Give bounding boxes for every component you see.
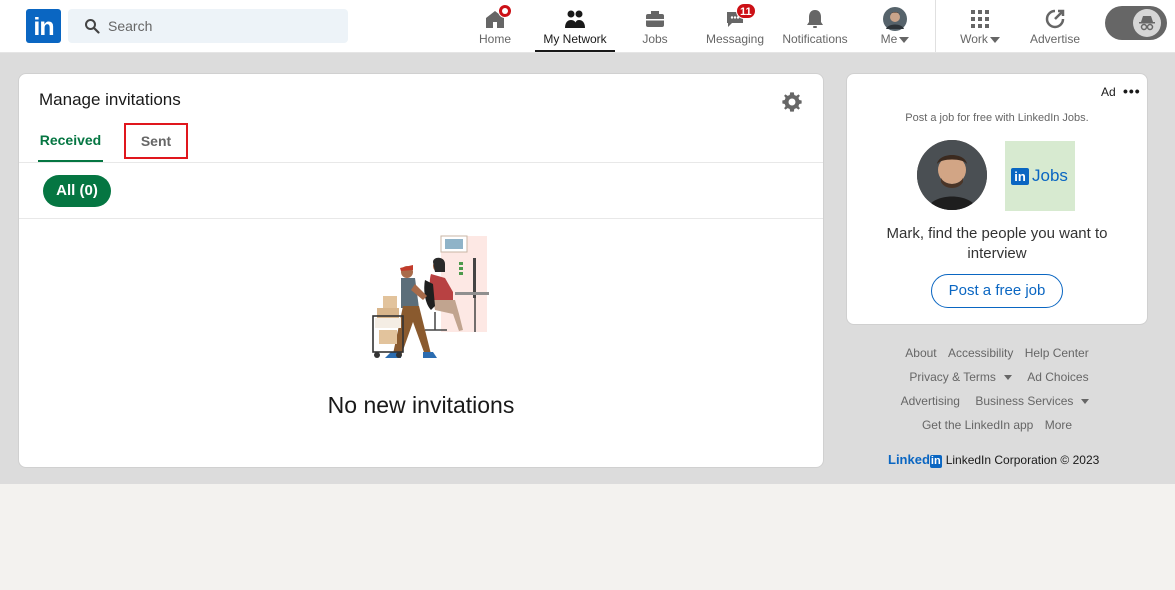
footer-link-ad-choices[interactable]: Ad Choices: [1027, 370, 1088, 384]
nav-advertise-label: Advertise: [1029, 32, 1081, 46]
top-nav-bar: in Home My Network Jobs: [0, 0, 1175, 53]
filter-all-pill[interactable]: All (0): [43, 175, 111, 207]
nav-work-text: Work: [960, 32, 988, 46]
nav-work[interactable]: Work: [955, 0, 1005, 52]
ad-message: Mark, find the people you want to interv…: [886, 225, 1108, 262]
footer-link-about[interactable]: About: [905, 346, 936, 360]
jobs-logo-in-mark: in: [1011, 168, 1029, 185]
nav-notifications-label: Notifications: [782, 32, 848, 46]
footer-link-help-center[interactable]: Help Center: [1025, 346, 1089, 360]
nav-notifications[interactable]: Notifications: [780, 0, 850, 52]
home-notification-dot: [498, 4, 512, 18]
nav-me[interactable]: Me: [872, 0, 918, 52]
tabs-divider: [19, 162, 823, 163]
nav-advertise[interactable]: Advertise: [1025, 0, 1085, 52]
footer-business-text: Business Services: [975, 394, 1074, 408]
bell-icon: [807, 10, 823, 28]
footer-link-business-services[interactable]: Business Services: [971, 394, 1093, 408]
ad-subtitle: Post a job for free with LinkedIn Jobs.: [905, 112, 1089, 124]
incognito-icon: [1139, 16, 1155, 31]
messaging-badge: 11: [736, 3, 756, 19]
footer-link-get-app[interactable]: Get the LinkedIn app: [922, 418, 1033, 432]
nav-messaging[interactable]: 11 Messaging: [703, 0, 767, 52]
footer-link-advertising[interactable]: Advertising: [901, 394, 960, 408]
footer-links: About Accessibility Help Center Privacy …: [846, 344, 1148, 440]
tab-received[interactable]: Received: [38, 122, 103, 162]
jobs-logo-text: Jobs: [1032, 166, 1068, 185]
user-photo-icon: [917, 140, 987, 210]
business-caret-icon: [1081, 399, 1090, 405]
footer-row-2: Privacy & Terms Ad Choices: [846, 368, 1148, 392]
ad-user-avatar: [917, 140, 987, 210]
linkedin-jobs-logo: in Jobs: [1005, 141, 1075, 211]
footer-brand-in: in: [929, 455, 942, 468]
work-dropdown-caret-icon: [989, 36, 1000, 43]
profile-avatar-icon: [883, 7, 907, 31]
incognito-knob: [1133, 9, 1161, 37]
nav-home-label: Home: [478, 32, 511, 46]
footer-brand-word: Linked: [888, 452, 930, 467]
page-title: Manage invitations: [39, 90, 181, 109]
footer-row-3: Advertising Business Services: [846, 392, 1148, 416]
me-dropdown-caret-icon: [899, 36, 910, 43]
footer-privacy-text: Privacy & Terms: [909, 370, 996, 384]
footer-row-4: Get the LinkedIn app More: [846, 416, 1148, 440]
gear-icon[interactable]: [781, 91, 803, 113]
empty-state-message: No new invitations: [327, 392, 515, 418]
search-box[interactable]: [68, 9, 348, 43]
ad-card: Ad ••• Post a job for free with LinkedIn…: [846, 73, 1148, 325]
filter-divider: [19, 218, 823, 219]
apps-grid-icon: [971, 10, 989, 28]
ad-label: Ad: [1101, 85, 1116, 99]
nav-home[interactable]: Home: [475, 0, 515, 52]
footer-link-accessibility[interactable]: Accessibility: [948, 346, 1013, 360]
nav-messaging-label: Messaging: [705, 32, 765, 46]
advertise-icon: [1045, 9, 1065, 29]
footer-row-1: About Accessibility Help Center: [846, 344, 1148, 368]
nav-work-label: Work: [955, 32, 1005, 46]
more-options-icon[interactable]: •••: [1123, 83, 1141, 99]
nav-me-text: Me: [880, 32, 898, 46]
footer-link-more[interactable]: More: [1045, 418, 1072, 432]
nav-my-network[interactable]: My Network: [535, 0, 615, 52]
incognito-toggle[interactable]: [1105, 6, 1167, 40]
nav-my-network-label: My Network: [543, 32, 607, 46]
search-icon: [85, 19, 100, 34]
privacy-caret-icon: [1003, 375, 1012, 381]
footer-link-privacy-terms[interactable]: Privacy & Terms: [905, 370, 1015, 384]
nav-jobs[interactable]: Jobs: [630, 0, 680, 52]
linkedin-logo[interactable]: in: [26, 9, 61, 43]
people-icon: [565, 10, 585, 28]
copyright-text: LinkedIn Corporation © 2023: [945, 453, 1100, 467]
copyright-line: Linkedin LinkedIn Corporation © 2023: [888, 452, 1099, 468]
nav-me-label: Me: [872, 32, 918, 46]
nav-divider: [935, 0, 936, 52]
briefcase-icon: [646, 11, 664, 27]
search-input[interactable]: [108, 9, 338, 43]
manage-invitations-card: Manage invitations Received Sent All (0): [18, 73, 824, 468]
post-free-job-button[interactable]: Post a free job: [931, 274, 1063, 308]
tab-sent[interactable]: Sent: [124, 123, 188, 159]
empty-state-illustration: [372, 235, 489, 358]
nav-jobs-label: Jobs: [642, 32, 668, 46]
